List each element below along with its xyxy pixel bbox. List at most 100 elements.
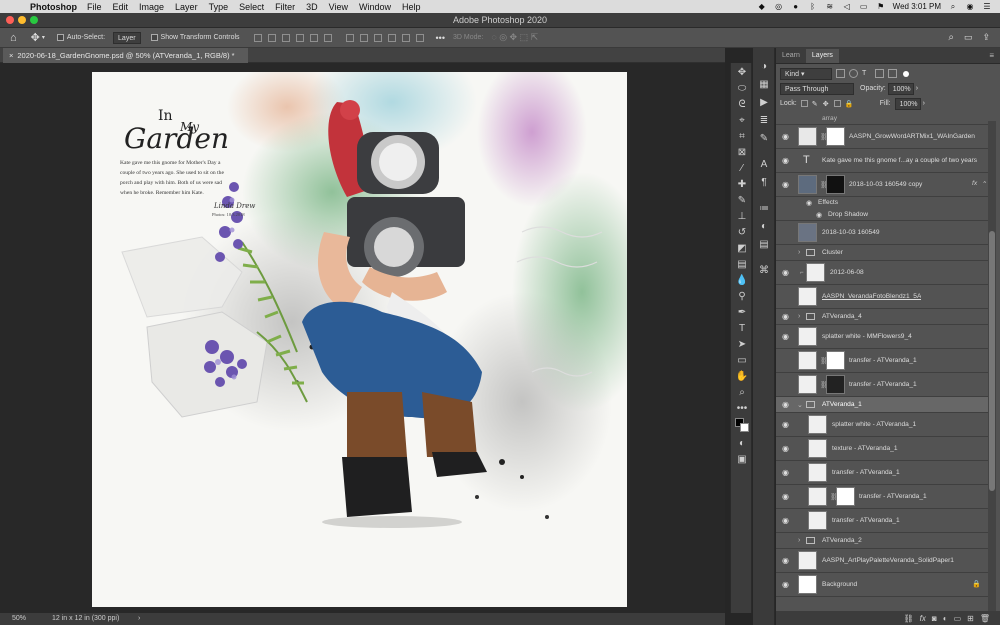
document-tab[interactable]: × 2020-06-18_GardenGnome.psd @ 50% (ATVer…	[3, 48, 248, 63]
type-tool-icon[interactable]: T	[734, 322, 750, 336]
wifi-icon[interactable]: ≋	[825, 2, 835, 11]
filter-adjustment-icon[interactable]	[849, 69, 858, 78]
menu-window[interactable]: Window	[359, 2, 391, 12]
lock-artboard-icon[interactable]	[833, 100, 841, 107]
menu-filter[interactable]: Filter	[275, 2, 295, 12]
layer-effects-badge[interactable]: fx	[972, 180, 977, 187]
link-layers-icon[interactable]: ⛓	[904, 614, 914, 623]
blur-tool-icon[interactable]: 💧	[734, 274, 750, 288]
menu-type[interactable]: Type	[209, 2, 229, 12]
tab-learn[interactable]: Learn	[776, 49, 806, 63]
layer-row[interactable]: ◉ transfer - ATVeranda_1	[776, 509, 988, 533]
visibility-eye-icon[interactable]: ◉	[782, 469, 791, 477]
quick-mask-icon[interactable]: ◐	[734, 437, 750, 451]
background-color-swatch[interactable]	[740, 423, 749, 432]
move-tool-icon[interactable]: ✥	[734, 66, 750, 80]
history-panel-icon[interactable]: ≣	[757, 114, 771, 128]
window-close-button[interactable]	[6, 16, 14, 24]
paragraph-panel-icon[interactable]: ¶	[757, 176, 771, 190]
filter-pixel-icon[interactable]	[836, 69, 845, 78]
lock-all-icon[interactable]: 🔒	[845, 100, 854, 108]
layer-row[interactable]: AASPN_VerandaFotoBlendz1_5A	[776, 285, 988, 309]
visibility-eye-icon[interactable]: ◉	[782, 157, 791, 165]
record-icon[interactable]: ●	[791, 2, 801, 11]
new-group-icon[interactable]: ▭	[954, 614, 962, 623]
layer-row[interactable]: ◉ AASPN_ArtPlayPaletteVeranda_SolidPaper…	[776, 549, 988, 573]
menu-image[interactable]: Image	[139, 2, 164, 12]
eraser-tool-icon[interactable]: ◩	[734, 242, 750, 256]
menu-view[interactable]: View	[329, 2, 348, 12]
visibility-eye-icon[interactable]: ◉	[782, 421, 791, 429]
show-transform-checkbox[interactable]	[150, 34, 158, 41]
properties-panel-icon[interactable]: ≔	[757, 202, 771, 216]
filter-shape-icon[interactable]	[875, 69, 884, 78]
quick-select-tool-icon[interactable]: ⌖	[734, 114, 750, 128]
tab-layers[interactable]: Layers	[805, 49, 839, 63]
align-left-icon[interactable]	[253, 33, 262, 42]
character-panel-icon[interactable]: A	[757, 158, 771, 172]
menu-3d[interactable]: 3D	[306, 2, 318, 12]
layer-row[interactable]: ◉ ⌐ 2012-06-08	[776, 261, 988, 285]
libraries-panel-icon[interactable]: ▤	[757, 238, 771, 252]
dodge-tool-icon[interactable]: ⚲	[734, 290, 750, 304]
marquee-tool-icon[interactable]: ⬭	[734, 82, 750, 96]
distribute-bottom-icon[interactable]	[373, 33, 382, 42]
menu-layer[interactable]: Layer	[175, 2, 198, 12]
visibility-eye-icon[interactable]: ◉	[782, 557, 791, 565]
layer-effects-row[interactable]: ◉ Effects	[776, 197, 988, 209]
paths-panel-icon[interactable]: ⌘	[757, 264, 771, 278]
group-expand-chevron-icon[interactable]: ›	[798, 537, 800, 544]
share-icon[interactable]: ⇪	[982, 32, 990, 43]
new-adjustment-icon[interactable]: ◐	[943, 614, 948, 623]
visibility-eye-icon[interactable]: ◉	[782, 401, 791, 409]
volume-icon[interactable]: ◁	[842, 2, 852, 11]
effect-eye-icon[interactable]: ◉	[816, 211, 822, 219]
align-top-icon[interactable]	[295, 33, 304, 42]
align-middle-icon[interactable]	[309, 33, 318, 42]
group-expand-chevron-icon[interactable]: ›	[798, 313, 800, 320]
layer-row[interactable]: ◉ texture - ATVeranda_1	[776, 437, 988, 461]
actions-play-icon[interactable]: ▶	[757, 96, 771, 110]
layer-row[interactable]: ◉ splatter white - ATVeranda_1	[776, 413, 988, 437]
document-canvas[interactable]: In My Garden Kate gave me this gnome for…	[92, 72, 627, 607]
group-collapse-chevron-icon[interactable]: ⌄	[797, 401, 803, 409]
blend-mode-dropdown[interactable]: Pass Through	[780, 82, 854, 95]
layer-group-row[interactable]: › ATVeranda_2	[776, 533, 988, 549]
distribute-top-icon[interactable]	[345, 33, 354, 42]
bluetooth-icon[interactable]: ᛒ	[808, 2, 818, 11]
new-layer-icon[interactable]: ⊞	[967, 614, 974, 623]
layer-group-row[interactable]: ◉ › ATVeranda_4	[776, 309, 988, 325]
align-right-icon[interactable]	[281, 33, 290, 42]
layer-effect-item-row[interactable]: ◉ Drop Shadow	[776, 209, 988, 221]
panel-menu-icon[interactable]: ≡	[989, 49, 994, 63]
lasso-tool-icon[interactable]: ᘓ	[734, 98, 750, 112]
opacity-chevron-icon[interactable]: ›	[916, 85, 918, 92]
home-icon[interactable]: ⌂	[10, 32, 17, 44]
battery-icon[interactable]: ▭	[859, 2, 869, 11]
layer-row-partial[interactable]: array	[776, 115, 988, 125]
group-expand-chevron-icon[interactable]: ›	[798, 249, 800, 256]
visibility-eye-icon[interactable]: ◉	[782, 445, 791, 453]
layers-scrollbar[interactable]	[988, 121, 996, 611]
menu-app-name[interactable]: Photoshop	[30, 2, 77, 12]
gradient-tool-icon[interactable]: ▤	[734, 258, 750, 272]
dropbox-icon[interactable]: ◆	[757, 2, 767, 11]
path-select-tool-icon[interactable]: ➤	[734, 338, 750, 352]
layer-row[interactable]: ◉ transfer - ATVeranda_1	[776, 461, 988, 485]
align-bottom-icon[interactable]	[323, 33, 332, 42]
zoom-tool-icon[interactable]: ⌕	[734, 386, 750, 400]
layer-mask-thumbnail[interactable]	[826, 351, 845, 370]
tool-preset-chevron-down-icon[interactable]: ▾	[42, 34, 45, 41]
distribute-right-icon[interactable]	[415, 33, 424, 42]
layer-row[interactable]: ◉ splatter white - MMFlowers9_4	[776, 325, 988, 349]
lock-transparent-icon[interactable]	[800, 100, 808, 107]
status-menu-chevron-icon[interactable]: ›	[138, 613, 140, 625]
crop-tool-icon[interactable]: ⌗	[734, 130, 750, 144]
layer-row[interactable]: 2018-10-03 160549	[776, 221, 988, 245]
add-mask-icon[interactable]: ◙	[932, 614, 937, 623]
color-panel-icon[interactable]: ◑	[757, 60, 771, 74]
notification-center-icon[interactable]: ☰	[982, 2, 992, 11]
menu-file[interactable]: File	[87, 2, 102, 12]
effects-eye-icon[interactable]: ◉	[806, 199, 812, 207]
visibility-eye-icon[interactable]: ◉	[782, 313, 791, 321]
